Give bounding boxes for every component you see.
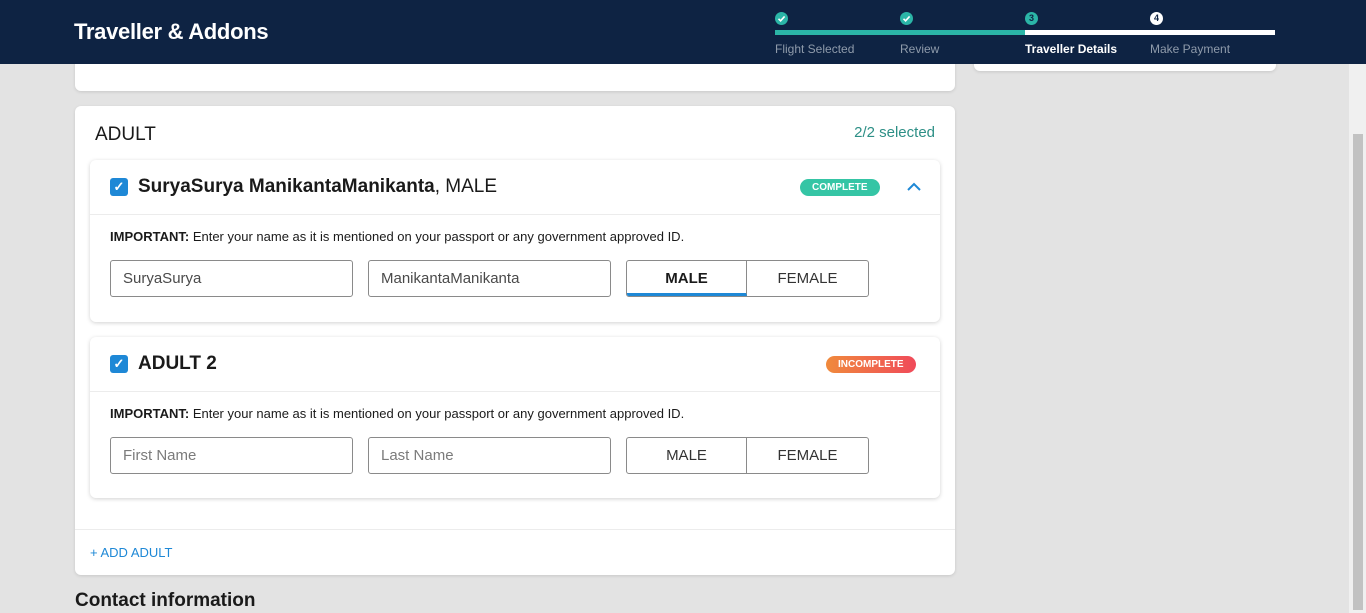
male-button[interactable]: MALE [627, 261, 747, 296]
female-button[interactable]: FEMALE [747, 438, 868, 473]
female-button[interactable]: FEMALE [747, 261, 868, 296]
traveller-header[interactable]: ✓ ADULT 2 INCOMPLETE [90, 337, 940, 392]
adult-section: ADULT 2/2 selected ✓ SuryaSurya Manikant… [75, 106, 955, 575]
checkbox-checked-icon[interactable]: ✓ [110, 178, 128, 196]
traveller-full-name: ADULT 2 [138, 353, 217, 374]
page-scrollbar[interactable] [1349, 0, 1366, 613]
add-adult-bar: + ADD ADULT [75, 529, 955, 575]
step-traveller-details[interactable]: 3 Traveller Details [1025, 11, 1150, 57]
traveller-gender: , MALE [434, 176, 498, 197]
traveller-name: SuryaSurya ManikantaManikanta, MALE [138, 176, 497, 198]
traveller-full-name: SuryaSurya ManikantaManikanta [138, 176, 435, 197]
status-badge: INCOMPLETE [826, 356, 916, 373]
last-name-input[interactable]: Last Name [368, 437, 611, 474]
selected-count: 2/2 selected [854, 124, 935, 141]
important-text: Enter your name as it is mentioned on yo… [189, 229, 685, 244]
important-note: IMPORTANT: Enter your name as it is ment… [110, 229, 684, 244]
step-label: Review [900, 42, 940, 56]
status-badge: COMPLETE [800, 179, 880, 196]
important-label: IMPORTANT: [110, 406, 190, 421]
contact-section-title: Contact information [75, 590, 256, 611]
important-text: Enter your name as it is mentioned on yo… [189, 406, 685, 421]
step-number: 3 [1025, 12, 1038, 25]
add-adult-link[interactable]: + ADD ADULT [90, 545, 172, 560]
step-make-payment[interactable]: 4 Make Payment [1150, 11, 1275, 57]
step-label: Traveller Details [1025, 42, 1118, 56]
first-name-input[interactable]: SuryaSurya [110, 260, 353, 297]
check-icon [900, 12, 913, 25]
page-title: Traveller & Addons [74, 19, 269, 44]
last-name-input[interactable]: ManikantaManikanta [368, 260, 611, 297]
progress-stepper: Flight Selected Review 3 Traveller Detai… [775, 11, 1275, 57]
traveller-card-2: ✓ ADULT 2 INCOMPLETE IMPORTANT: Enter yo… [90, 337, 940, 498]
step-label: Make Payment [1150, 42, 1231, 56]
section-title: ADULT [95, 124, 156, 145]
chevron-up-icon[interactable] [905, 180, 923, 194]
checkbox-checked-icon[interactable]: ✓ [110, 355, 128, 373]
step-flight-selected[interactable]: Flight Selected [775, 11, 900, 57]
traveller-name: ADULT 2 [138, 353, 217, 375]
first-name-input[interactable]: First Name [110, 437, 353, 474]
top-header: Traveller & Addons Flight Selected Revie… [0, 0, 1366, 64]
traveller-card-1: ✓ SuryaSurya ManikantaManikanta, MALE CO… [90, 160, 940, 322]
important-note: IMPORTANT: Enter your name as it is ment… [110, 406, 684, 421]
important-label: IMPORTANT: [110, 229, 190, 244]
step-label: Flight Selected [775, 42, 855, 56]
step-number: 4 [1150, 12, 1163, 25]
scrollbar-thumb[interactable] [1353, 134, 1363, 610]
gender-toggle: MALE FEMALE [626, 437, 869, 474]
step-review[interactable]: Review [900, 11, 1025, 57]
traveller-header[interactable]: ✓ SuryaSurya ManikantaManikanta, MALE CO… [90, 160, 940, 215]
check-icon [775, 12, 788, 25]
male-button[interactable]: MALE [627, 438, 747, 473]
gender-toggle: MALE FEMALE [626, 260, 869, 297]
